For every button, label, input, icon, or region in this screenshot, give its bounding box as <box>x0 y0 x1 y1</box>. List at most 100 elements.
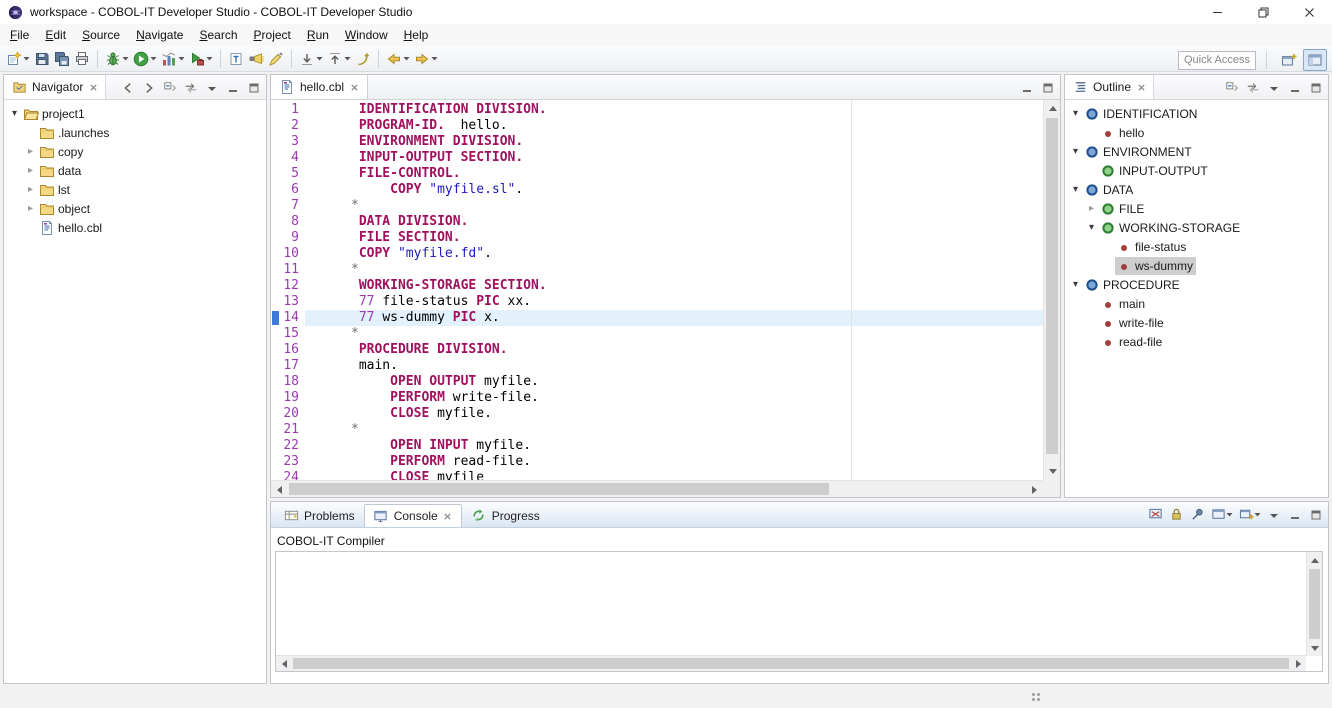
code-line-24[interactable]: CLOSE myfile <box>305 470 1043 480</box>
print-button[interactable] <box>72 48 92 70</box>
editor-tab-hello-cbl[interactable]: hello.cbl <box>271 75 368 99</box>
pin-console-button[interactable] <box>1188 506 1206 524</box>
expanded-arrow-icon[interactable]: ▾ <box>1068 184 1083 195</box>
navigator-item-launches[interactable]: .launches <box>4 123 266 142</box>
expanded-arrow-icon[interactable]: ▾ <box>1068 108 1083 119</box>
minimize-button[interactable] <box>1194 0 1240 24</box>
dropdown-arrow-icon[interactable] <box>403 56 410 62</box>
close-icon[interactable] <box>88 79 98 95</box>
menu-source[interactable]: Source <box>74 25 128 45</box>
outline-item-write-file[interactable]: write-file <box>1065 313 1328 332</box>
code-line-1[interactable]: IDENTIFICATION DIVISION. <box>305 102 1043 118</box>
minimize-button[interactable] <box>224 79 242 97</box>
code-line-17[interactable]: main. <box>305 358 1043 374</box>
menu-navigate[interactable]: Navigate <box>128 25 191 45</box>
menu-project[interactable]: Project <box>246 25 299 45</box>
menu-window[interactable]: Window <box>337 25 396 45</box>
last-edit-location-button[interactable] <box>353 48 373 70</box>
console-output-area[interactable] <box>275 551 1323 672</box>
cobol-perspective-button[interactable] <box>1303 49 1327 71</box>
outline-item-main[interactable]: main <box>1065 294 1328 313</box>
menu-edit[interactable]: Edit <box>37 25 74 45</box>
scroll-lock-button[interactable] <box>1167 506 1185 524</box>
scroll-right-button[interactable] <box>1290 656 1306 672</box>
maximize-button[interactable] <box>245 79 263 97</box>
quick-access-input[interactable]: Quick Access <box>1178 51 1256 70</box>
navigator-item-copy[interactable]: ▸copy <box>4 142 266 161</box>
code-line-23[interactable]: PERFORM read-file. <box>305 454 1043 470</box>
maximize-button[interactable] <box>1307 506 1325 524</box>
console-vertical-scrollbar[interactable] <box>1306 552 1322 656</box>
code-editor[interactable]: 123456789101112131415161718192021222324 … <box>271 100 1043 480</box>
collapsed-arrow-icon[interactable]: ▸ <box>23 146 38 157</box>
navigator-item-data[interactable]: ▸data <box>4 161 266 180</box>
outline-item-data[interactable]: ▾DATA <box>1065 180 1328 199</box>
scroll-up-button[interactable] <box>1044 100 1061 117</box>
scrollbar-thumb[interactable] <box>1309 569 1320 639</box>
maximize-button[interactable] <box>1039 79 1057 97</box>
maximize-button[interactable] <box>1307 79 1325 97</box>
scrollbar-thumb[interactable] <box>289 483 829 495</box>
code-line-8[interactable]: DATA DIVISION. <box>305 214 1043 230</box>
expanded-arrow-icon[interactable]: ▾ <box>1084 222 1099 233</box>
tab-problems[interactable]: Problems <box>275 504 363 527</box>
link-editor-button[interactable] <box>182 79 200 97</box>
outline-tab[interactable]: Outline <box>1065 75 1154 99</box>
open-console-button[interactable] <box>1237 506 1262 524</box>
tab-console[interactable]: Console <box>364 504 462 527</box>
outline-item-environment[interactable]: ▾ENVIRONMENT <box>1065 142 1328 161</box>
minimize-button[interactable] <box>1018 79 1036 97</box>
close-icon[interactable] <box>1136 79 1146 95</box>
display-console-button[interactable] <box>1209 506 1234 524</box>
code-line-19[interactable]: PERFORM write-file. <box>305 390 1043 406</box>
dropdown-arrow-icon[interactable] <box>316 56 323 62</box>
close-icon[interactable] <box>443 508 453 524</box>
code-line-21[interactable]: * <box>305 422 1043 438</box>
code-line-2[interactable]: PROGRAM-ID. hello. <box>305 118 1043 134</box>
editor-horizontal-scrollbar[interactable] <box>271 480 1043 497</box>
code-line-9[interactable]: FILE SECTION. <box>305 230 1043 246</box>
collapse-all-button[interactable] <box>1223 79 1241 97</box>
link-editor-button[interactable] <box>1244 79 1262 97</box>
editor-vertical-scrollbar[interactable] <box>1043 100 1060 480</box>
restore-button[interactable] <box>1240 0 1286 24</box>
navigator-item-hello-cbl[interactable]: hello.cbl <box>4 218 266 237</box>
code-line-22[interactable]: OPEN INPUT myfile. <box>305 438 1043 454</box>
outline-item-working-storage[interactable]: ▾WORKING-STORAGE <box>1065 218 1328 237</box>
dropdown-arrow-icon[interactable] <box>1254 512 1261 518</box>
view-menu-button[interactable] <box>1265 506 1283 524</box>
clear-console-button[interactable] <box>1146 506 1164 524</box>
navigator-item-lst[interactable]: ▸lst <box>4 180 266 199</box>
outline-item-file-status[interactable]: file-status <box>1065 237 1328 256</box>
code-line-10[interactable]: COPY "myfile.fd". <box>305 246 1043 262</box>
resize-grip[interactable] <box>1032 693 1035 696</box>
collapse-all-button[interactable] <box>161 79 179 97</box>
code-line-15[interactable]: * <box>305 326 1043 342</box>
dropdown-arrow-icon[interactable] <box>206 56 213 62</box>
minimize-button[interactable] <box>1286 79 1304 97</box>
back-button[interactable] <box>384 48 412 70</box>
collapsed-arrow-icon[interactable]: ▸ <box>23 165 38 176</box>
code-line-12[interactable]: WORKING-STORAGE SECTION. <box>305 278 1043 294</box>
outline-item-ws-dummy[interactable]: ws-dummy <box>1065 256 1328 275</box>
code-line-16[interactable]: PROCEDURE DIVISION. <box>305 342 1043 358</box>
search-button[interactable] <box>246 48 266 70</box>
view-menu-button[interactable] <box>203 79 221 97</box>
tab-progress[interactable]: Progress <box>463 504 548 527</box>
minimize-button[interactable] <box>1286 506 1304 524</box>
menu-run[interactable]: Run <box>299 25 337 45</box>
dropdown-arrow-icon[interactable] <box>178 56 185 62</box>
scroll-up-button[interactable] <box>1307 552 1323 568</box>
scroll-down-button[interactable] <box>1307 640 1323 656</box>
code-line-18[interactable]: OPEN OUTPUT myfile. <box>305 374 1043 390</box>
menu-file[interactable]: File <box>2 25 37 45</box>
close-button[interactable] <box>1286 0 1332 24</box>
dropdown-arrow-icon[interactable] <box>1226 512 1233 518</box>
console-horizontal-scrollbar[interactable] <box>276 655 1306 671</box>
dropdown-arrow-icon[interactable] <box>122 56 129 62</box>
code-line-13[interactable]: 77 file-status PIC xx. <box>305 294 1043 310</box>
mark-occurrences-button[interactable] <box>266 48 286 70</box>
code-line-7[interactable]: * <box>305 198 1043 214</box>
open-perspective-button[interactable] <box>1277 49 1301 71</box>
menu-help[interactable]: Help <box>396 25 437 45</box>
